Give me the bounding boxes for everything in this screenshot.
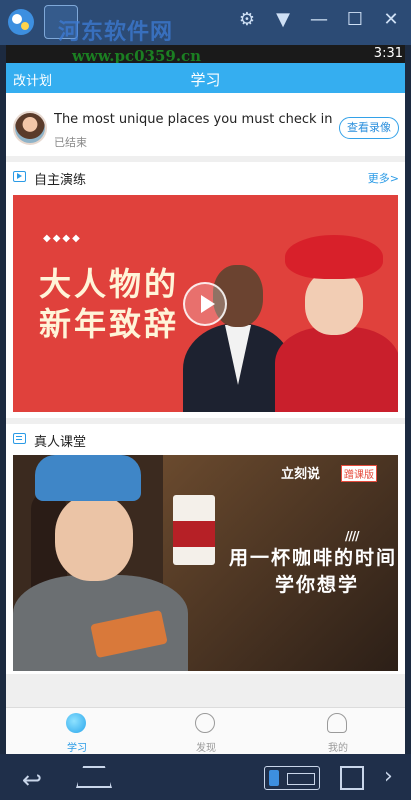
banner-slogan-line2: 学你想学 (275, 574, 360, 596)
close-icon[interactable]: ✕ (375, 6, 407, 34)
brand-logo: 立刻说 (281, 467, 321, 482)
right-frame (405, 45, 411, 754)
woman-in-red-hat-figure (275, 235, 398, 412)
dropdown-icon[interactable]: ▼ (267, 6, 299, 34)
banner-headline-line2: 新年致辞 (39, 305, 180, 343)
live-session-card[interactable]: The most unique places you must check in… (6, 93, 405, 156)
live-class-section-title: 真人课堂 (34, 435, 87, 450)
classroom-icon (13, 433, 26, 444)
settings-icon[interactable]: ⚙ (231, 6, 263, 34)
video-icon (13, 171, 26, 182)
live-session-title: The most unique places you must check in… (54, 112, 332, 127)
more-link[interactable]: 更多> (368, 170, 399, 186)
banner-slogan-line1: 用一杯咖啡的时间 (229, 547, 398, 569)
live-class-section-header: 真人课堂 (6, 424, 405, 454)
coffee-cup-shape (173, 495, 215, 565)
view-replay-button[interactable]: 查看录像 (339, 117, 399, 139)
banner-diamonds: ◆◆◆◆ (43, 233, 82, 244)
avatar (13, 111, 47, 145)
minimize-icon[interactable]: — (303, 6, 335, 34)
emulator-nav-bar: ↩ › (0, 754, 411, 800)
watermark-title: 河东软件网 (58, 20, 174, 45)
practice-video-banner[interactable]: ◆◆◆◆ 大人物的 新年致辞 (13, 195, 398, 412)
emulator-window-controls: ⚙ ▼ — ☐ ✕ (231, 6, 407, 34)
user-icon (327, 713, 347, 733)
practice-section: 自主演练 更多> ◆◆◆◆ 大人物的 新年致辞 (6, 162, 405, 418)
emulator-title-bar: 河东软件网 ⚙ ▼ — ☐ ✕ (0, 0, 411, 45)
face-shape (55, 495, 133, 581)
more-icon[interactable]: › (384, 764, 393, 789)
live-session-status: 已结束 (54, 136, 87, 149)
decorative-slashes: //// (345, 529, 359, 543)
home-icon[interactable] (76, 766, 112, 788)
tab-mine[interactable]: 我的 (298, 708, 378, 755)
keyboard-icon[interactable] (264, 766, 320, 790)
fullscreen-icon[interactable] (340, 766, 364, 790)
page-title: 学习 (190, 71, 221, 89)
app-header: 学习 改计划 (6, 63, 405, 93)
tab-mine-label: 我的 (328, 743, 348, 754)
tab-study-label: 学习 (67, 743, 87, 754)
live-class-banner[interactable]: 立刻说 蹭课版 //// 用一杯咖啡的时间 学你想学 (13, 455, 398, 671)
compass-icon (195, 713, 215, 733)
change-plan-button[interactable]: 改计划 (13, 70, 52, 89)
live-class-section: 真人课堂 立刻说 蹭课版 //// 用一杯咖啡的时间 学你想学 (6, 424, 405, 674)
back-icon[interactable]: ↩ (22, 766, 42, 794)
study-icon (66, 713, 86, 733)
brand-tag: 蹭课版 (341, 465, 377, 482)
android-status-bar: 3:31 (0, 45, 411, 63)
knit-hat-shape (35, 455, 141, 501)
tab-discover-label: 发现 (196, 743, 216, 754)
practice-section-title: 自主演练 (34, 173, 87, 188)
practice-section-header: 自主演练 更多> (6, 162, 405, 192)
main-content: The most unique places you must check in… (6, 93, 405, 707)
tab-study[interactable]: 学习 (37, 708, 117, 755)
bottom-tab-bar: 学习 发现 我的 (6, 707, 405, 754)
maximize-icon[interactable]: ☐ (339, 6, 371, 34)
emulator-logo-icon (8, 9, 34, 35)
play-icon[interactable] (183, 282, 227, 326)
tab-discover[interactable]: 发现 (166, 708, 246, 755)
status-time: 3:31 (373, 46, 403, 61)
